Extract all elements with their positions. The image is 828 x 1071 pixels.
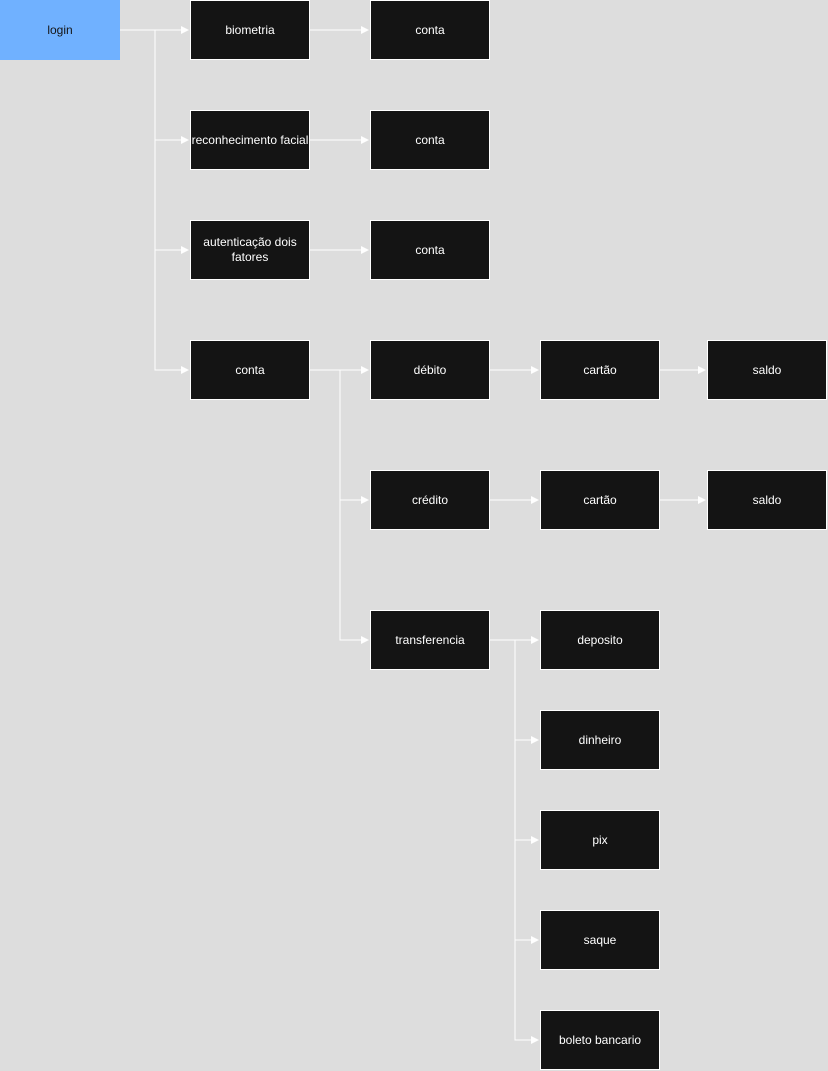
node-pix[interactable]: pix <box>540 810 660 870</box>
node-reconhecimento-facial[interactable]: reconhecimento facial <box>190 110 310 170</box>
edge-login-conta <box>154 250 189 374</box>
node-cartao-debito[interactable]: cartão <box>540 340 660 400</box>
node-conta-autenticacao[interactable]: conta <box>370 220 490 280</box>
node-credito[interactable]: crédito <box>370 470 490 530</box>
flow-diagram: login biometria conta reconhecimento fac… <box>0 0 828 1071</box>
node-conta-biometria[interactable]: conta <box>370 0 490 60</box>
edge-transferencia-pix <box>514 740 539 844</box>
node-debito[interactable]: débito <box>370 340 490 400</box>
node-deposito[interactable]: deposito <box>540 610 660 670</box>
node-saldo-credito[interactable]: saldo <box>707 470 827 530</box>
edge-login-reconhecimento <box>154 30 189 144</box>
node-dinheiro[interactable]: dinheiro <box>540 710 660 770</box>
node-saldo-debito[interactable]: saldo <box>707 340 827 400</box>
node-autenticacao-dois-fatores[interactable]: autenticação dois fatores <box>190 220 310 280</box>
node-cartao-credito[interactable]: cartão <box>540 470 660 530</box>
edge-transferencia-boleto <box>514 940 539 1044</box>
edge-transferencia-saque <box>514 840 539 944</box>
edge-conta-transferencia <box>339 500 369 644</box>
node-boleto-bancario[interactable]: boleto bancario <box>540 1010 660 1070</box>
node-biometria[interactable]: biometria <box>190 0 310 60</box>
node-transferencia[interactable]: transferencia <box>370 610 490 670</box>
node-conta-reconhecimento[interactable]: conta <box>370 110 490 170</box>
node-saque[interactable]: saque <box>540 910 660 970</box>
node-login[interactable]: login <box>0 0 120 60</box>
edge-transferencia-dinheiro <box>514 640 539 744</box>
node-conta[interactable]: conta <box>190 340 310 400</box>
edge-conta-credito <box>339 370 369 504</box>
edge-login-autenticacao <box>154 140 189 254</box>
